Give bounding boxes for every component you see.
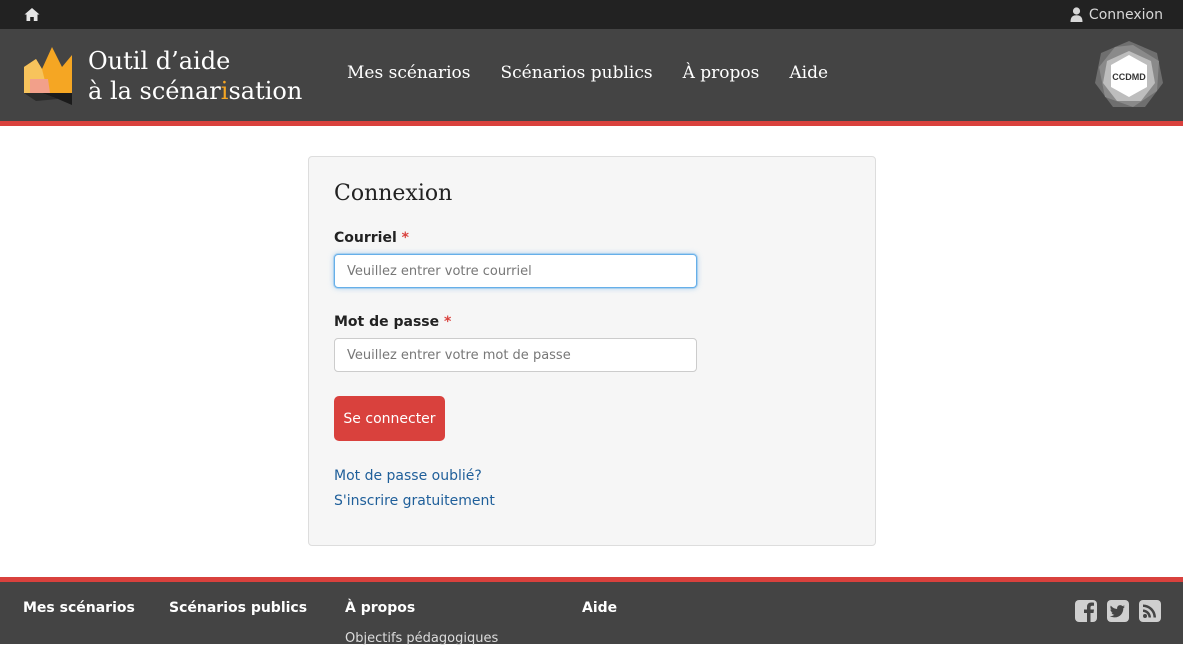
logo-line-2-part-a: à la scénar: [88, 77, 221, 105]
password-label-text: Mot de passe: [334, 314, 440, 330]
register-link[interactable]: S'inscrire gratuitement: [334, 493, 495, 509]
logo-line-2-part-c: sation: [228, 77, 303, 105]
facebook-icon[interactable]: [1074, 599, 1098, 623]
nav-mes-scenarios[interactable]: Mes scénarios: [347, 63, 471, 83]
footer-mes-scenarios[interactable]: Mes scénarios: [23, 600, 135, 616]
footer-aide[interactable]: Aide: [582, 600, 617, 616]
site-header: Outil d’aide à la scénarisation Mes scén…: [0, 29, 1183, 121]
main-nav: Mes scénarios Scénarios publics À propos…: [347, 63, 828, 83]
top-utility-bar: Connexion: [0, 0, 1183, 29]
site-footer: Mes scénarios Scénarios publics À propos…: [0, 582, 1183, 646]
twitter-icon[interactable]: [1106, 599, 1130, 623]
required-marker: *: [401, 230, 409, 246]
required-marker: *: [444, 314, 452, 330]
header-accent-stripe: [0, 121, 1183, 126]
login-link[interactable]: Connexion: [1070, 6, 1163, 23]
nav-scenarios-publics[interactable]: Scénarios publics: [501, 63, 653, 83]
footer-a-propos[interactable]: À propos: [345, 600, 415, 616]
login-label: Connexion: [1088, 6, 1163, 23]
ccdmd-logo[interactable]: CCDMD: [1093, 39, 1165, 111]
password-field[interactable]: [334, 338, 697, 372]
login-title: Connexion: [334, 181, 453, 206]
password-label: Mot de passe *: [334, 314, 451, 330]
logo-line-1: Outil d’aide: [88, 47, 231, 75]
crown-logo-icon: [24, 47, 72, 105]
login-submit-button[interactable]: Se connecter: [334, 396, 445, 441]
footer-scenarios-publics[interactable]: Scénarios publics: [169, 600, 307, 616]
email-field[interactable]: [334, 254, 697, 288]
login-panel: Connexion Courriel * Mot de passe * Se c…: [308, 156, 876, 546]
nav-a-propos[interactable]: À propos: [683, 63, 760, 83]
forgot-password-link[interactable]: Mot de passe oublié?: [334, 468, 482, 484]
rss-icon[interactable]: [1138, 599, 1162, 623]
nav-aide[interactable]: Aide: [789, 63, 828, 83]
ccdmd-logo-text: CCDMD: [1112, 72, 1146, 82]
site-logo[interactable]: Outil d’aide à la scénarisation: [22, 43, 312, 109]
logo-title: Outil d’aide à la scénarisation: [88, 46, 302, 106]
logo-line-2: à la scénarisation: [88, 76, 302, 106]
email-label: Courriel *: [334, 230, 409, 246]
user-icon: [1070, 7, 1083, 22]
email-label-text: Courriel: [334, 230, 397, 246]
home-icon[interactable]: [24, 7, 40, 22]
